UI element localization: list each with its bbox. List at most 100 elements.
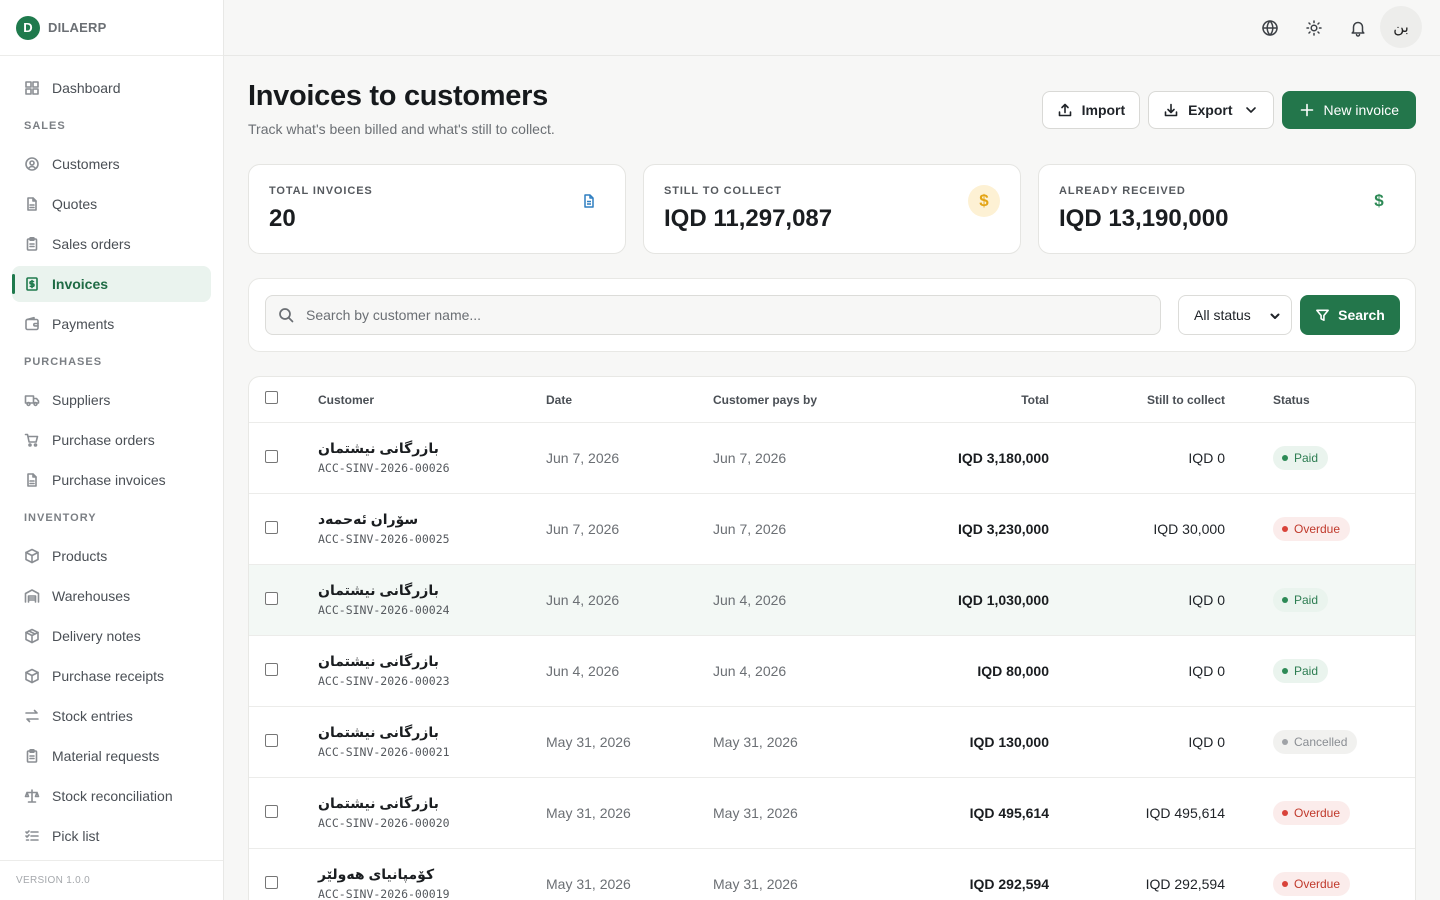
- invoice-date: Jun 7, 2026: [546, 450, 620, 466]
- avatar[interactable]: بن: [1380, 6, 1422, 48]
- still-to-collect: IQD 0: [1188, 450, 1225, 466]
- sidebar-item-stock-reconciliation[interactable]: Stock reconciliation: [12, 778, 211, 814]
- document-icon: [573, 185, 605, 217]
- row-checkbox[interactable]: [265, 521, 278, 534]
- dollar-icon: $: [968, 185, 1000, 217]
- table-row[interactable]: بازرگانی نیشتمان ACC-SINV-2026-00021 May …: [249, 707, 1415, 778]
- customer-name: بازرگانی نیشتمان: [318, 582, 439, 598]
- sidebar-item-label: Pick list: [52, 828, 100, 844]
- sidebar-item-sales-orders[interactable]: Sales orders: [12, 226, 211, 262]
- sidebar-item-label: Suppliers: [52, 392, 111, 408]
- page-subtitle: Track what's been billed and what's stil…: [248, 121, 555, 137]
- table-row[interactable]: سۆران ئەحمەد ACC-SINV-2026-00025 Jun 7, 2…: [249, 494, 1415, 565]
- sidebar-item-label: Payments: [52, 316, 115, 332]
- sidebar-item-purchase-invoices[interactable]: Purchase invoices: [12, 462, 211, 498]
- notifications-button[interactable]: [1342, 12, 1374, 44]
- theme-toggle-button[interactable]: [1298, 12, 1330, 44]
- stat-value: 20: [269, 205, 296, 232]
- search-box: [265, 295, 1161, 335]
- page-actions: Import Export New invoice: [1041, 91, 1416, 129]
- search-button[interactable]: Search: [1300, 295, 1400, 335]
- sidebar-item-invoices[interactable]: Invoices: [12, 266, 211, 302]
- row-checkbox[interactable]: [265, 663, 278, 676]
- warehouse-icon: [24, 589, 40, 603]
- invoice-date: Jun 4, 2026: [546, 663, 620, 679]
- table-row[interactable]: بازرگانی نیشتمان ACC-SINV-2026-00020 May …: [249, 778, 1415, 849]
- sidebar-item-pick-list[interactable]: Pick list: [12, 818, 211, 854]
- row-checkbox[interactable]: [265, 805, 278, 818]
- row-checkbox[interactable]: [265, 592, 278, 605]
- row-checkbox[interactable]: [265, 450, 278, 463]
- column-header-date[interactable]: Date: [546, 393, 572, 407]
- scale-icon: [24, 789, 40, 803]
- sidebar-item-warehouses[interactable]: Warehouses: [12, 578, 211, 614]
- box-icon: [25, 548, 39, 564]
- pays-by-date: May 31, 2026: [713, 876, 798, 892]
- import-label: Import: [1081, 102, 1126, 118]
- search-input[interactable]: [306, 307, 1126, 323]
- status-badge: Overdue: [1273, 801, 1351, 825]
- plus-icon: [1300, 103, 1313, 117]
- file-icon: [27, 473, 37, 487]
- invoice-date: May 31, 2026: [546, 876, 631, 892]
- row-checkbox[interactable]: [265, 734, 278, 747]
- column-header-still[interactable]: Still to collect: [1147, 393, 1225, 407]
- page-title: Invoices to customers: [248, 80, 548, 112]
- sidebar-item-dashboard[interactable]: Dashboard: [12, 70, 211, 106]
- status-badge: Paid: [1273, 588, 1329, 612]
- sidebar-item-stock-entries[interactable]: Stock entries: [12, 698, 211, 734]
- sidebar-item-payments[interactable]: Payments: [12, 306, 211, 342]
- upload-icon: [1058, 103, 1071, 117]
- table-row[interactable]: بازرگانی نیشتمان ACC-SINV-2026-00023 Jun …: [249, 636, 1415, 707]
- select-all-checkbox[interactable]: [265, 391, 278, 404]
- invoice-id: ACC-SINV-2026-00023: [318, 674, 450, 688]
- sidebar-item-customers[interactable]: Customers: [12, 146, 211, 182]
- brand[interactable]: D DILAERP: [0, 0, 223, 56]
- table-row[interactable]: بازرگانی نیشتمان ACC-SINV-2026-00024 Jun …: [249, 565, 1415, 636]
- sidebar-item-delivery-notes[interactable]: Delivery notes: [12, 618, 211, 654]
- table-row[interactable]: کۆمپانیای هەولێر ACC-SINV-2026-00019 May …: [249, 849, 1415, 900]
- export-button[interactable]: Export: [1148, 91, 1274, 129]
- status-filter-value: All status: [1194, 307, 1251, 323]
- dollar-icon: $: [1374, 191, 1384, 210]
- list-check-icon: [25, 830, 39, 841]
- column-header-customer[interactable]: Customer: [318, 393, 374, 407]
- column-header-total[interactable]: Total: [1021, 393, 1049, 407]
- globe-icon: [1262, 20, 1278, 36]
- sidebar-item-label: Purchase orders: [52, 432, 155, 448]
- invoice-date: May 31, 2026: [546, 734, 631, 750]
- still-to-collect: IQD 30,000: [1153, 521, 1225, 537]
- customer-name: بازرگانی نیشتمان: [318, 440, 439, 456]
- package-check-icon: [25, 668, 39, 684]
- status-filter-select[interactable]: All status: [1178, 295, 1292, 335]
- chevron-down-icon: [1270, 313, 1280, 319]
- table-row[interactable]: بازرگانی نیشتمان ACC-SINV-2026-00026 Jun …: [249, 423, 1415, 494]
- invoice-id: ACC-SINV-2026-00021: [318, 745, 450, 759]
- row-checkbox[interactable]: [265, 876, 278, 889]
- invoice-date: Jun 4, 2026: [546, 592, 620, 608]
- sidebar-item-products[interactable]: Products: [12, 538, 211, 574]
- sidebar-item-label: Warehouses: [52, 588, 131, 604]
- sidebar-section-purchases: PURCHASES: [24, 356, 103, 368]
- still-to-collect: IQD 495,614: [1145, 805, 1225, 821]
- stat-value: IQD 11,297,087: [664, 205, 833, 232]
- sidebar-item-quotes[interactable]: Quotes: [12, 186, 211, 222]
- sidebar-item-label: Customers: [52, 156, 120, 172]
- pays-by-date: May 31, 2026: [713, 734, 798, 750]
- invoice-id: ACC-SINV-2026-00019: [318, 887, 450, 900]
- sidebar-item-purchase-orders[interactable]: Purchase orders: [12, 422, 211, 458]
- invoice-id: ACC-SINV-2026-00020: [318, 816, 450, 830]
- sidebar-item-material-requests[interactable]: Material requests: [12, 738, 211, 774]
- column-header-pays-by[interactable]: Customer pays by: [713, 393, 817, 407]
- invoice-total: IQD 292,594: [969, 876, 1049, 892]
- pays-by-date: Jun 4, 2026: [713, 663, 787, 679]
- column-header-status[interactable]: Status: [1273, 393, 1310, 407]
- dashboard-icon: [25, 81, 39, 95]
- sidebar-item-label: Delivery notes: [52, 628, 141, 644]
- import-button[interactable]: Import: [1041, 91, 1141, 129]
- sidebar-item-purchase-receipts[interactable]: Purchase receipts: [12, 658, 211, 694]
- language-button[interactable]: [1254, 12, 1286, 44]
- sidebar-item-suppliers[interactable]: Suppliers: [12, 382, 211, 418]
- sidebar-item-label: Purchase receipts: [52, 668, 165, 684]
- new-invoice-button[interactable]: New invoice: [1281, 91, 1416, 129]
